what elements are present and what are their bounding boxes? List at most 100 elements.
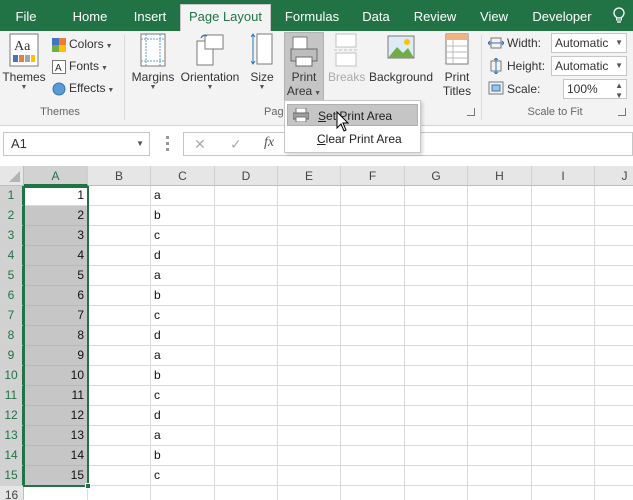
row-header-15[interactable]: 15 bbox=[0, 466, 24, 486]
cell-a12[interactable]: 12 bbox=[24, 406, 88, 426]
select-all-corner[interactable] bbox=[0, 166, 24, 186]
cell-h13[interactable] bbox=[468, 426, 532, 446]
cell-f1[interactable] bbox=[341, 186, 405, 206]
cell-b12[interactable] bbox=[88, 406, 151, 426]
tab-insert[interactable]: Insert bbox=[126, 5, 174, 31]
margins-button[interactable]: Margins ▼ bbox=[130, 33, 176, 92]
cell-e16[interactable] bbox=[278, 486, 341, 500]
cell-j12[interactable] bbox=[595, 406, 633, 426]
cell-h2[interactable] bbox=[468, 206, 532, 226]
cell-h4[interactable] bbox=[468, 246, 532, 266]
cell-c4[interactable]: d bbox=[151, 246, 215, 266]
cell-e12[interactable] bbox=[278, 406, 341, 426]
cell-j14[interactable] bbox=[595, 446, 633, 466]
colors-button[interactable]: Colors ▼ bbox=[52, 34, 113, 54]
themes-button[interactable]: Aa Themes ▼ bbox=[2, 33, 46, 92]
cell-d8[interactable] bbox=[215, 326, 278, 346]
cell-g4[interactable] bbox=[405, 246, 468, 266]
cell-a15[interactable]: 15 bbox=[24, 466, 88, 486]
cell-e11[interactable] bbox=[278, 386, 341, 406]
cell-a16[interactable] bbox=[24, 486, 88, 500]
cell-g2[interactable] bbox=[405, 206, 468, 226]
cell-b10[interactable] bbox=[88, 366, 151, 386]
cell-h12[interactable] bbox=[468, 406, 532, 426]
cell-b4[interactable] bbox=[88, 246, 151, 266]
cell-c2[interactable]: b bbox=[151, 206, 215, 226]
cell-j10[interactable] bbox=[595, 366, 633, 386]
cell-e2[interactable] bbox=[278, 206, 341, 226]
cell-e9[interactable] bbox=[278, 346, 341, 366]
cell-e14[interactable] bbox=[278, 446, 341, 466]
cell-g13[interactable] bbox=[405, 426, 468, 446]
cell-f16[interactable] bbox=[341, 486, 405, 500]
row-header-11[interactable]: 11 bbox=[0, 386, 24, 406]
cell-i4[interactable] bbox=[532, 246, 595, 266]
cell-g14[interactable] bbox=[405, 446, 468, 466]
cell-g6[interactable] bbox=[405, 286, 468, 306]
insert-function-icon[interactable]: fx bbox=[264, 135, 274, 151]
cell-a9[interactable]: 9 bbox=[24, 346, 88, 366]
cell-h11[interactable] bbox=[468, 386, 532, 406]
cell-f8[interactable] bbox=[341, 326, 405, 346]
cell-a1[interactable]: 1 bbox=[24, 186, 88, 206]
cell-g5[interactable] bbox=[405, 266, 468, 286]
column-header-j[interactable]: J bbox=[595, 166, 633, 186]
row-header-5[interactable]: 5 bbox=[0, 266, 24, 286]
row-header-13[interactable]: 13 bbox=[0, 426, 24, 446]
cell-g12[interactable] bbox=[405, 406, 468, 426]
cell-i8[interactable] bbox=[532, 326, 595, 346]
cell-e3[interactable] bbox=[278, 226, 341, 246]
cell-j3[interactable] bbox=[595, 226, 633, 246]
cell-f15[interactable] bbox=[341, 466, 405, 486]
cell-i13[interactable] bbox=[532, 426, 595, 446]
cell-c16[interactable] bbox=[151, 486, 215, 500]
column-header-i[interactable]: I bbox=[532, 166, 595, 186]
column-header-d[interactable]: D bbox=[215, 166, 278, 186]
column-header-b[interactable]: B bbox=[88, 166, 151, 186]
row-header-4[interactable]: 4 bbox=[0, 246, 24, 266]
cell-a6[interactable]: 6 bbox=[24, 286, 88, 306]
cell-f3[interactable] bbox=[341, 226, 405, 246]
cell-d4[interactable] bbox=[215, 246, 278, 266]
cell-a7[interactable]: 7 bbox=[24, 306, 88, 326]
cell-e7[interactable] bbox=[278, 306, 341, 326]
tab-home[interactable]: Home bbox=[66, 5, 114, 31]
cell-b14[interactable] bbox=[88, 446, 151, 466]
cell-c6[interactable]: b bbox=[151, 286, 215, 306]
height-dropdown[interactable]: Automatic ▼ bbox=[551, 56, 627, 76]
cell-c12[interactable]: d bbox=[151, 406, 215, 426]
row-header-6[interactable]: 6 bbox=[0, 286, 24, 306]
cell-c5[interactable]: a bbox=[151, 266, 215, 286]
column-header-h[interactable]: H bbox=[468, 166, 532, 186]
enter-icon[interactable]: ✓ bbox=[230, 136, 242, 153]
tab-developer[interactable]: Developer bbox=[526, 5, 598, 31]
cell-i12[interactable] bbox=[532, 406, 595, 426]
page-setup-launcher-icon[interactable] bbox=[467, 108, 475, 116]
cell-d3[interactable] bbox=[215, 226, 278, 246]
cell-c11[interactable]: c bbox=[151, 386, 215, 406]
cell-d15[interactable] bbox=[215, 466, 278, 486]
cell-j9[interactable] bbox=[595, 346, 633, 366]
cell-d9[interactable] bbox=[215, 346, 278, 366]
cell-c15[interactable]: c bbox=[151, 466, 215, 486]
cell-b11[interactable] bbox=[88, 386, 151, 406]
cell-b5[interactable] bbox=[88, 266, 151, 286]
cell-e6[interactable] bbox=[278, 286, 341, 306]
cell-h5[interactable] bbox=[468, 266, 532, 286]
effects-button[interactable]: Effects ▼ bbox=[52, 78, 114, 98]
cell-f7[interactable] bbox=[341, 306, 405, 326]
size-button[interactable]: Size ▼ bbox=[246, 33, 278, 92]
cell-a10[interactable]: 10 bbox=[24, 366, 88, 386]
tab-file[interactable]: File bbox=[4, 5, 48, 31]
row-header-16[interactable]: 16 bbox=[0, 486, 24, 500]
cell-g1[interactable] bbox=[405, 186, 468, 206]
cell-i15[interactable] bbox=[532, 466, 595, 486]
row-header-10[interactable]: 10 bbox=[0, 366, 24, 386]
cell-d13[interactable] bbox=[215, 426, 278, 446]
cell-g15[interactable] bbox=[405, 466, 468, 486]
clear-print-area-item[interactable]: Clear Print Area bbox=[287, 128, 418, 150]
cell-d16[interactable] bbox=[215, 486, 278, 500]
cell-e1[interactable] bbox=[278, 186, 341, 206]
cell-f2[interactable] bbox=[341, 206, 405, 226]
cell-d12[interactable] bbox=[215, 406, 278, 426]
